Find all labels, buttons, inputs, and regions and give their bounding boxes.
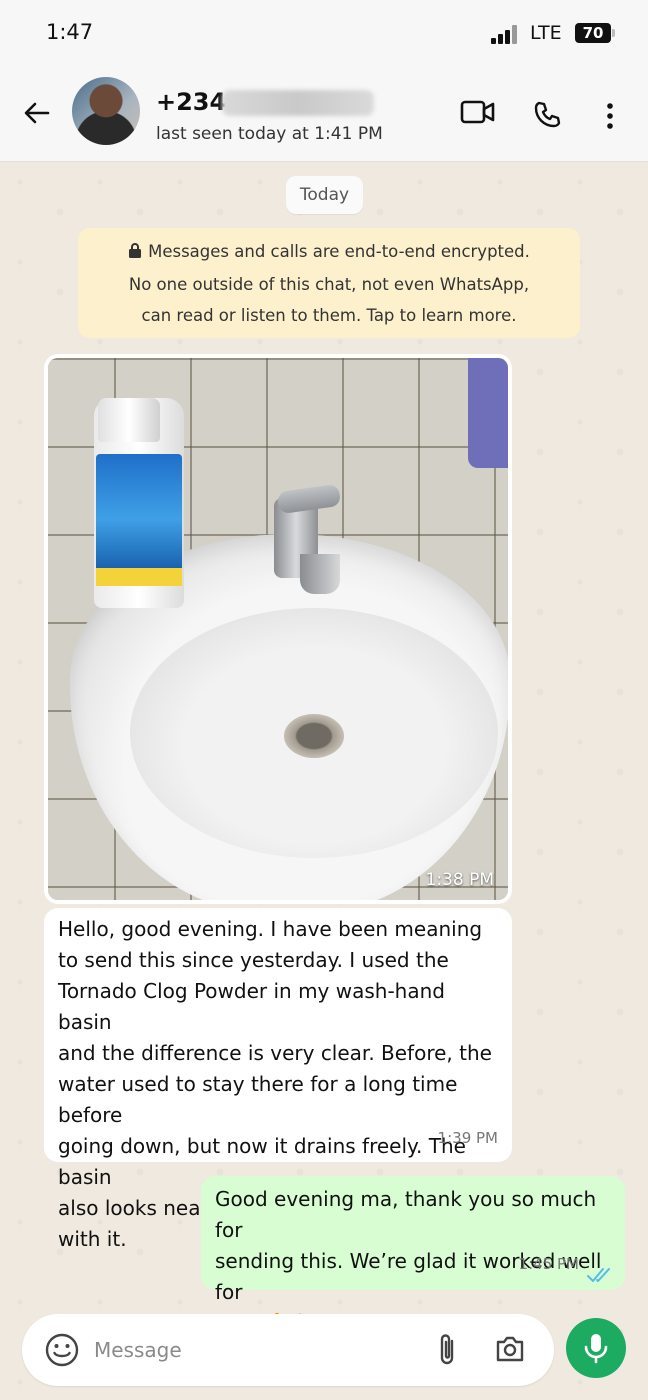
status-bar: 1:47 LTE 70	[0, 0, 648, 66]
battery-icon: 70	[575, 23, 615, 43]
image-message[interactable]: 1:38 PM	[44, 354, 512, 904]
encryption-line-1: Messages and calls are end-to-end encryp…	[148, 242, 530, 261]
message-time: 1:39 PM	[437, 1129, 498, 1147]
image-message-time: 1:38 PM	[425, 870, 495, 890]
lock-icon	[128, 238, 142, 269]
photo-faucet-spout	[300, 554, 340, 594]
date-chip: Today	[286, 176, 363, 214]
last-seen-status: last seen today at 1:41 PM	[156, 124, 383, 144]
voice-call-icon[interactable]	[532, 100, 562, 134]
message-time: 1:45 PM	[518, 1255, 579, 1273]
photo-bottle-band	[96, 568, 182, 586]
attach-icon[interactable]	[434, 1332, 460, 1372]
emoji-icon[interactable]	[44, 1332, 80, 1372]
contact-name[interactable]: +234	[156, 88, 226, 116]
encryption-notice[interactable]: Messages and calls are end-to-end encryp…	[78, 228, 580, 338]
outgoing-message[interactable]: Good evening ma, thank you so much for s…	[201, 1176, 625, 1335]
photo-bottle-cap	[98, 398, 160, 442]
incoming-message[interactable]: Hello, good evening. I have been meaning…	[44, 908, 512, 1251]
message-input[interactable]	[94, 1330, 414, 1370]
camera-icon[interactable]	[494, 1334, 526, 1368]
status-time: 1:47	[46, 20, 94, 44]
message-composer	[22, 1314, 554, 1386]
mic-button[interactable]	[566, 1318, 626, 1378]
encryption-line-2: No one outside of this chat, not even Wh…	[128, 275, 530, 294]
photo-basket	[468, 358, 508, 468]
chat-header: +234 last seen today at 1:41 PM	[0, 66, 648, 162]
read-receipt-icon	[587, 1262, 613, 1282]
encryption-line-3: can read or listen to them. Tap to learn…	[141, 306, 517, 325]
contact-avatar[interactable]	[72, 77, 140, 145]
video-call-icon[interactable]	[460, 98, 496, 130]
photo-bottle-label	[96, 454, 182, 584]
network-label: LTE	[530, 22, 562, 44]
photo-drain	[284, 714, 344, 758]
mic-icon	[584, 1334, 608, 1364]
back-arrow-icon[interactable]	[20, 96, 54, 130]
signal-icon	[491, 24, 519, 44]
redacted-number	[222, 90, 374, 116]
sink-photo[interactable]: 1:38 PM	[48, 358, 508, 900]
more-options-icon[interactable]	[602, 102, 618, 134]
